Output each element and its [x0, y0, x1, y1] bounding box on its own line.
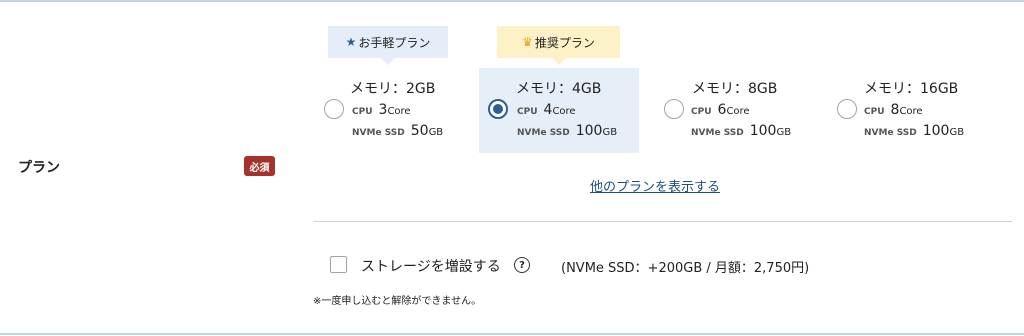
- plan-option-8gb[interactable]: メモリ：8GB CPU 6 Core NVMe SSD 100 GB: [657, 68, 819, 153]
- ssd-unit: GB: [949, 127, 965, 138]
- plan-ssd-spec: NVMe SSD 100 GB: [691, 123, 791, 139]
- cpu-label: CPU: [864, 107, 885, 117]
- plan-ssd-spec: NVMe SSD 100 GB: [517, 123, 617, 139]
- plan-cpu-spec: CPU 8 Core: [864, 102, 923, 118]
- plan-radio-selected[interactable]: [488, 99, 508, 119]
- show-more-plans-link[interactable]: 他のプランを表示する: [590, 176, 720, 195]
- top-divider: [0, 0, 1024, 2]
- cpu-unit: Core: [726, 106, 750, 117]
- ssd-unit: GB: [428, 127, 444, 138]
- cpu-unit: Core: [899, 106, 923, 117]
- ssd-label: NVMe SSD: [691, 128, 744, 138]
- plan-memory-title: メモリ：2GB: [350, 81, 436, 97]
- plan-memory-title: メモリ：16GB: [864, 81, 959, 97]
- cpu-value: 6: [717, 102, 727, 118]
- help-icon[interactable]: ?: [514, 257, 530, 273]
- cpu-unit: Core: [387, 106, 411, 117]
- ssd-unit: GB: [602, 127, 618, 138]
- add-storage-label[interactable]: ストレージを増設する: [361, 256, 501, 276]
- ssd-value: 50: [410, 123, 429, 139]
- star-icon: ★: [345, 35, 357, 49]
- bottom-divider: [0, 333, 1024, 335]
- ssd-label: NVMe SSD: [352, 128, 405, 138]
- plan-memory-title: メモリ：4GB: [516, 81, 602, 97]
- plan-cpu-spec: CPU 3 Core: [352, 102, 411, 118]
- plan-cpu-spec: CPU 6 Core: [691, 102, 750, 118]
- plan-row-label: プラン: [18, 160, 60, 176]
- cpu-label: CPU: [691, 107, 712, 117]
- easy-plan-tag-label: お手軽プラン: [358, 35, 431, 50]
- plan-ssd-spec: NVMe SSD 100 GB: [864, 123, 964, 139]
- cancellation-note: ※一度申し込むと解除ができません。: [313, 296, 482, 307]
- plan-ssd-spec: NVMe SSD 50 GB: [352, 123, 443, 139]
- cpu-unit: Core: [552, 106, 576, 117]
- recommended-plan-tag-label: 推奨プラン: [534, 35, 595, 50]
- storage-price-detail: (NVMe SSD：+200GB / 月額：2,750円): [561, 261, 810, 276]
- ssd-label: NVMe SSD: [517, 128, 570, 138]
- cpu-value: 3: [378, 102, 388, 118]
- required-badge: 必須: [244, 156, 275, 176]
- cpu-label: CPU: [517, 107, 538, 117]
- cpu-label: CPU: [352, 107, 373, 117]
- add-storage-checkbox[interactable]: [330, 256, 347, 273]
- plan-cpu-spec: CPU 4 Core: [517, 102, 576, 118]
- easy-plan-tag: ★ お手軽プラン: [328, 26, 448, 65]
- section-divider: [314, 221, 1012, 222]
- ssd-unit: GB: [776, 127, 792, 138]
- plan-radio[interactable]: [837, 99, 857, 119]
- cpu-value: 8: [890, 102, 900, 118]
- crown-icon: ♛: [522, 35, 533, 49]
- ssd-value: 100: [922, 123, 950, 139]
- ssd-label: NVMe SSD: [864, 128, 917, 138]
- plan-option-16gb[interactable]: メモリ：16GB CPU 8 Core NVMe SSD 100 GB: [831, 68, 1001, 153]
- cpu-value: 4: [543, 102, 553, 118]
- plan-option-2gb[interactable]: メモリ：2GB CPU 3 Core NVMe SSD 50 GB: [318, 68, 476, 153]
- plan-radio[interactable]: [664, 99, 684, 119]
- plan-radio[interactable]: [324, 99, 344, 119]
- plan-memory-title: メモリ：8GB: [692, 81, 778, 97]
- recommended-plan-tag: ♛ 推奨プラン: [497, 26, 620, 65]
- plan-option-4gb[interactable]: メモリ：4GB CPU 4 Core NVMe SSD 100 GB: [479, 68, 639, 153]
- ssd-value: 100: [575, 123, 603, 139]
- ssd-value: 100: [749, 123, 777, 139]
